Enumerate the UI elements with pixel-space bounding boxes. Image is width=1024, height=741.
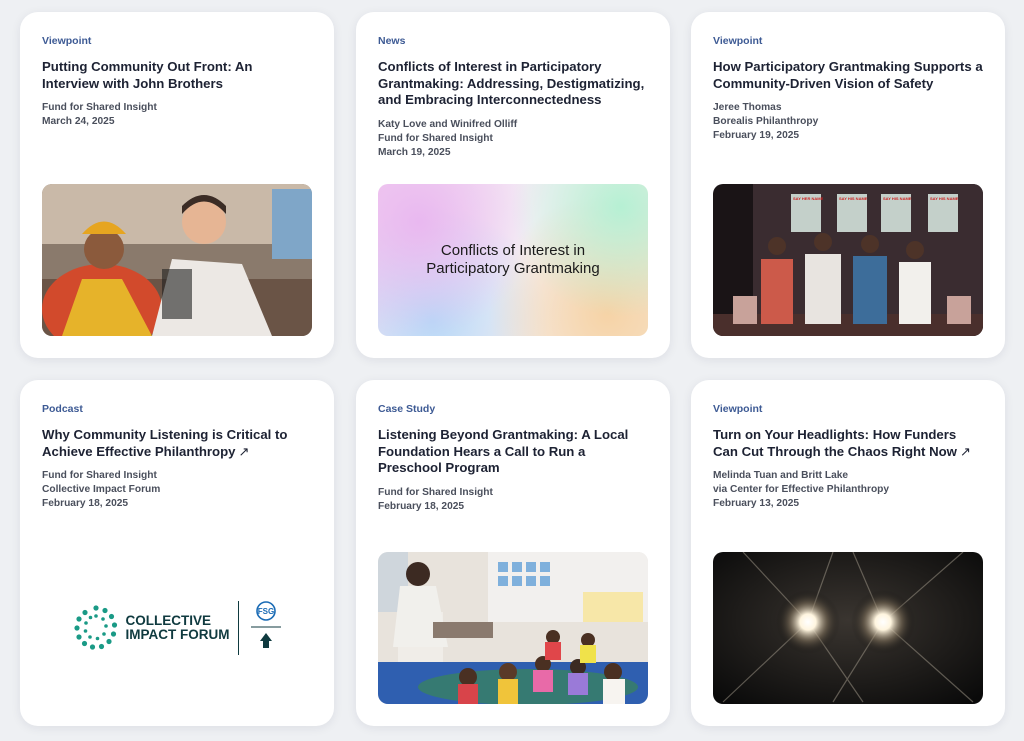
publisher-line: Borealis Philanthropy: [713, 116, 819, 127]
author-line: Fund for Shared Insight: [42, 470, 157, 481]
author-line: Jeree Thomas: [713, 102, 782, 113]
fsg-logo-icon: FSG: [250, 601, 281, 648]
publisher-line: Fund for Shared Insight: [378, 486, 493, 498]
article-title[interactable]: Listening Beyond Grantmaking: A Local Fo…: [378, 427, 648, 477]
article-title[interactable]: Putting Community Out Front: An Intervie…: [42, 59, 312, 92]
category-label: Viewpoint: [713, 403, 763, 415]
date-line: February 19, 2025: [713, 130, 800, 141]
article-photo[interactable]: [378, 552, 648, 704]
article-title[interactable]: Why Community Listening is Critical to A…: [42, 427, 312, 460]
article-card[interactable]: Viewpoint How Participatory Grantmaking …: [691, 12, 1005, 358]
author-line: Melinda Tuan and Britt Lake: [713, 470, 849, 481]
author-line: Katy Love and Winifred Olliff: [378, 118, 518, 130]
article-title[interactable]: Conflicts of Interest in Participatory G…: [378, 59, 648, 109]
category-label: Viewpoint: [713, 35, 763, 47]
date-line: February 18, 2025: [42, 498, 129, 509]
article-title-text: Conflicts of Interest in Participatory G…: [378, 59, 645, 107]
publisher-line: Fund for Shared Insight: [378, 132, 493, 144]
article-cover-image[interactable]: Conflicts of Interest in Participatory G…: [378, 184, 648, 336]
article-photo[interactable]: [713, 552, 983, 704]
article-card[interactable]: Viewpoint Putting Community Out Front: A…: [20, 12, 334, 358]
poster-text: SAY HIS NAME: [839, 196, 868, 201]
sunburst-logo-icon: [73, 605, 117, 650]
category-label: Viewpoint: [42, 35, 92, 47]
date-line: March 19, 2025: [378, 146, 451, 158]
article-title-text: Why Community Listening is Critical to A…: [42, 427, 288, 459]
collective-impact-forum-logo[interactable]: COLLECTIVE IMPACT FORUM FSG: [42, 552, 312, 704]
category-label: Case Study: [378, 403, 436, 415]
article-title-text: Listening Beyond Grantmaking: A Local Fo…: [378, 427, 629, 475]
logo-divider: [237, 601, 239, 655]
article-photo[interactable]: [42, 184, 312, 336]
poster-text: SAY HIS NAME: [883, 196, 912, 201]
date-line: February 13, 2025: [713, 498, 800, 509]
logo-text-line: COLLECTIVE: [125, 613, 212, 628]
article-card[interactable]: Case Study Listening Beyond Grantmaking:…: [356, 380, 670, 726]
external-link-icon: ↗: [238, 443, 250, 459]
publisher-line: Collective Impact Forum: [42, 484, 161, 495]
article-title-text: Turn on Your Headlights: How Funders Can…: [713, 427, 957, 459]
poster-text: SAY HIS NAME: [930, 196, 959, 201]
logo-text-line: IMPACT FORUM: [125, 627, 230, 642]
category-label: News: [378, 35, 406, 47]
poster-text: SAY HER NAME: [793, 196, 824, 201]
publisher-line: via Center for Effective Philanthropy: [713, 484, 890, 495]
author-line: Fund for Shared Insight: [42, 102, 157, 113]
article-title-text: How Participatory Grantmaking Supports a…: [713, 59, 983, 91]
article-title[interactable]: Turn on Your Headlights: How Funders Can…: [713, 427, 983, 460]
article-card[interactable]: Viewpoint Turn on Your Headlights: How F…: [691, 380, 1005, 726]
category-label: Podcast: [42, 403, 83, 415]
fsg-badge-text: FSG: [257, 607, 273, 616]
date-line: March 24, 2025: [42, 116, 115, 127]
cover-image-text: Conflicts of Interest in Participatory G…: [426, 242, 600, 277]
date-line: February 18, 2025: [378, 500, 465, 512]
article-title[interactable]: How Participatory Grantmaking Supports a…: [713, 59, 983, 92]
article-card[interactable]: Podcast Why Community Listening is Criti…: [20, 380, 334, 726]
article-title-text: Putting Community Out Front: An Intervie…: [42, 59, 253, 91]
external-link-icon: ↗: [959, 443, 972, 459]
article-card[interactable]: News Conflicts of Interest in Participat…: [356, 12, 670, 358]
article-photo[interactable]: SAY HER NAME SAY HIS NAME SAY HIS NAME S…: [713, 184, 983, 336]
article-grid: Viewpoint Putting Community Out Front: A…: [20, 12, 1006, 730]
